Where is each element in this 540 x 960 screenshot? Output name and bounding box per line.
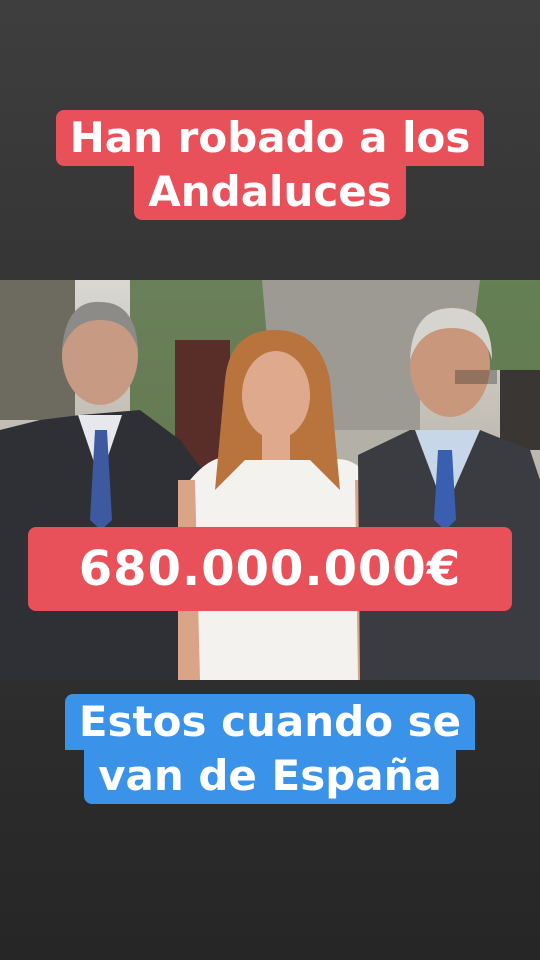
- window: [500, 370, 540, 450]
- right-man-glasses: [455, 370, 497, 384]
- group-photo: [0, 280, 540, 680]
- bottom-caption: Estos cuando se van de España: [0, 694, 540, 804]
- amount-badge: 680.000.000€: [28, 527, 512, 611]
- top-caption-line-2: Andaluces: [134, 164, 406, 220]
- top-caption: Han robado a los Andaluces: [0, 110, 540, 220]
- woman-neck: [262, 435, 290, 460]
- group-photo-illustration: [0, 280, 540, 680]
- bottom-caption-line-1: Estos cuando se: [64, 694, 476, 750]
- top-caption-line-1: Han robado a los: [55, 110, 485, 166]
- woman-face: [242, 351, 310, 439]
- bottom-caption-line-2: van de España: [84, 748, 456, 804]
